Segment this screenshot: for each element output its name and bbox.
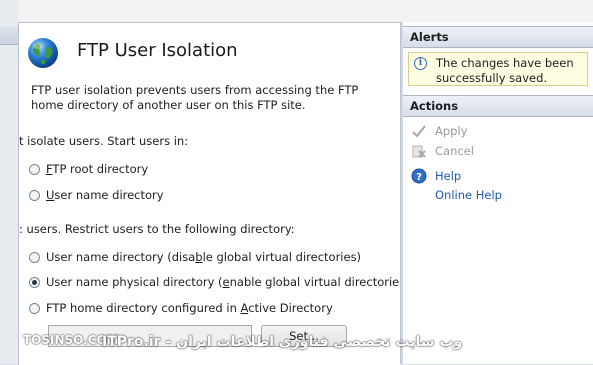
option-label: User name directory bbox=[46, 188, 164, 202]
radio-user-name-physical-directory[interactable]: User name physical directory (enable glo… bbox=[29, 275, 401, 289]
globe-icon bbox=[28, 38, 58, 68]
option-label: FTP home directory configured in Active … bbox=[46, 301, 333, 315]
left-pane-header bbox=[0, 26, 18, 45]
isolation-heading: : users. Restrict users to the following… bbox=[19, 222, 295, 236]
radio-user-name-directory[interactable]: User name directory bbox=[29, 188, 164, 202]
apply-action[interactable]: Apply bbox=[411, 123, 467, 139]
watermark-itpro: وب سایت تخصصی فناوری اطلاعات ایران - ITP… bbox=[102, 334, 463, 350]
help-icon: ? bbox=[411, 168, 427, 184]
help-label: Help bbox=[435, 169, 462, 183]
actions-header: Actions bbox=[403, 95, 593, 117]
cancel-action[interactable]: Cancel bbox=[411, 143, 474, 159]
radio-user-name-directory-disable-global[interactable]: User name directory (disable global virt… bbox=[29, 250, 361, 264]
radio-ftp-home-directory-active-directory[interactable]: FTP home directory configured in Active … bbox=[29, 301, 333, 315]
alert-message-box: i The changes have been successfully sav… bbox=[408, 52, 588, 86]
feature-page: FTP User Isolation FTP user isolation pr… bbox=[18, 22, 401, 365]
alerts-header: Alerts bbox=[403, 26, 593, 48]
radio-ftp-root-directory[interactable]: FTP root directory bbox=[29, 162, 148, 176]
online-help-label: Online Help bbox=[435, 188, 502, 202]
option-label: User name directory (disable global virt… bbox=[46, 250, 362, 264]
info-icon: i bbox=[414, 57, 427, 70]
page-title: FTP User Isolation bbox=[77, 40, 238, 61]
apply-label: Apply bbox=[435, 124, 468, 138]
left-collapsed-pane bbox=[0, 0, 18, 364]
alert-message: The changes have been successfully saved… bbox=[436, 56, 574, 85]
cancel-label: Cancel bbox=[435, 144, 474, 158]
online-help-action[interactable]: Online Help bbox=[435, 188, 502, 202]
radio-button[interactable] bbox=[29, 302, 40, 314]
actions-pane: Alerts i The changes have been successfu… bbox=[403, 22, 593, 364]
radio-button[interactable] bbox=[29, 251, 40, 263]
no-isolation-heading: t isolate users. Start users in: bbox=[19, 134, 189, 148]
apply-icon bbox=[412, 125, 426, 138]
radio-button[interactable] bbox=[29, 163, 40, 175]
help-action[interactable]: ? Help bbox=[411, 168, 461, 184]
option-label: FTP root directory bbox=[46, 162, 149, 176]
cancel-icon bbox=[412, 145, 426, 158]
top-band bbox=[0, 0, 593, 23]
feature-description: FTP user isolation prevents users from a… bbox=[31, 83, 359, 112]
svg-text:?: ? bbox=[416, 172, 422, 183]
option-label: User name physical directory (enable glo… bbox=[46, 275, 401, 289]
radio-button[interactable] bbox=[29, 189, 40, 201]
radio-button-selected[interactable] bbox=[29, 276, 40, 288]
